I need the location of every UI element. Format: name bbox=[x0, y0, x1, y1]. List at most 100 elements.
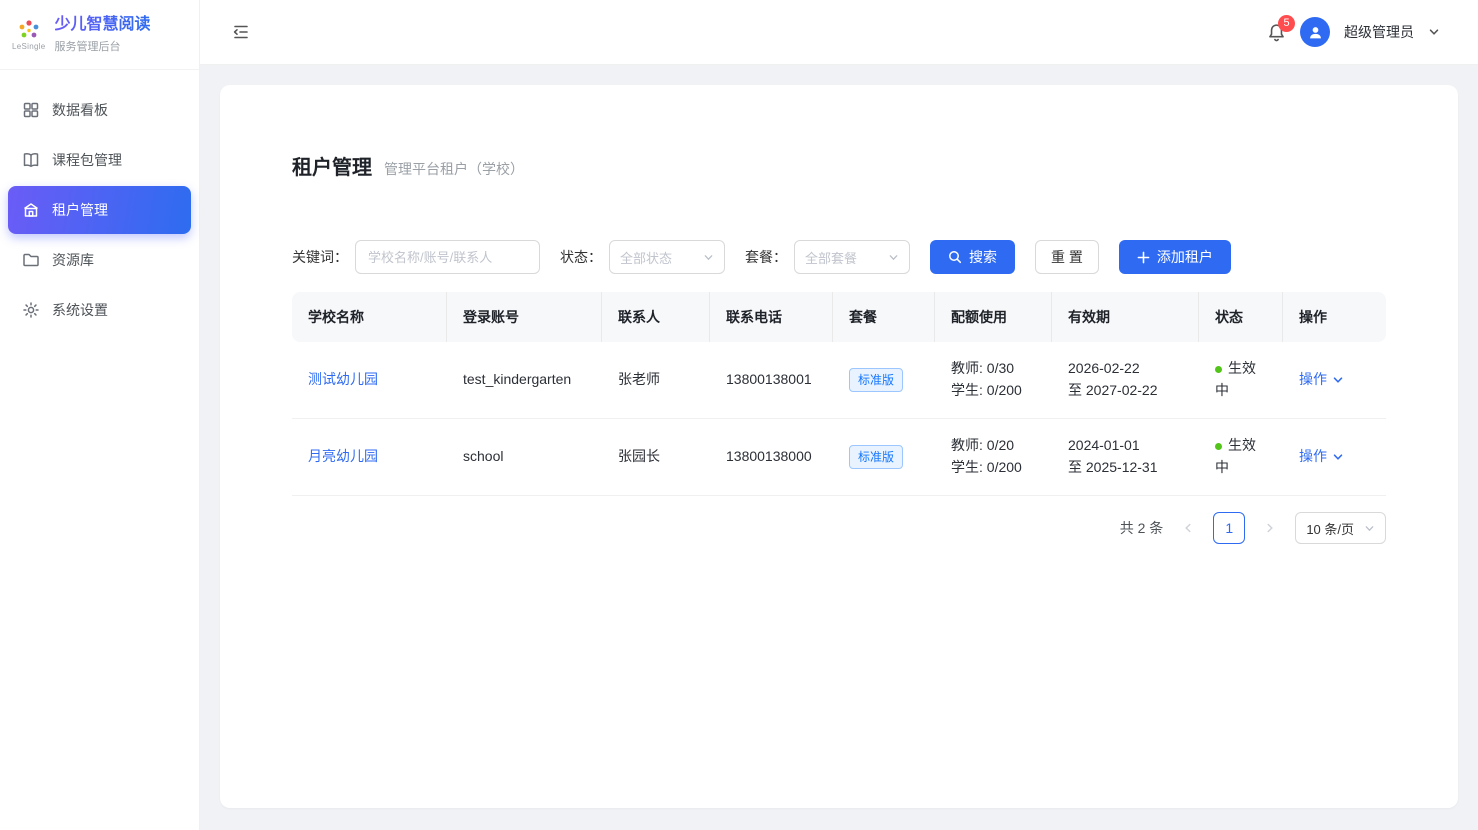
status-badge: 生效中 bbox=[1215, 360, 1256, 398]
user-menu-button[interactable] bbox=[1428, 26, 1440, 38]
sidebar-item-dashboard[interactable]: 数据看板 bbox=[8, 86, 191, 134]
search-icon bbox=[948, 250, 962, 264]
sidebar-item-label: 资源库 bbox=[52, 250, 94, 270]
validity-cell: 2024-01-01 至 2025-12-31 bbox=[1052, 419, 1199, 496]
sidebar-collapse-button[interactable] bbox=[232, 23, 250, 41]
plan-select-value: 全部套餐 bbox=[805, 248, 857, 267]
search-button[interactable]: 搜索 bbox=[930, 240, 1015, 274]
account-cell: school bbox=[447, 419, 602, 496]
notification-badge: 5 bbox=[1278, 15, 1295, 32]
sidebar-item-resources[interactable]: 资源库 bbox=[8, 236, 191, 284]
chevron-down-icon bbox=[703, 252, 714, 263]
brand: LeSingle 少儿智慧阅读 服务管理后台 bbox=[0, 0, 199, 70]
column-header-school: 学校名称 bbox=[292, 292, 447, 342]
notifications-button[interactable]: 5 bbox=[1267, 23, 1286, 42]
status-cell: 生效中 bbox=[1199, 342, 1283, 419]
sidebar-menu: 数据看板 课程包管理 租户管理 bbox=[0, 70, 199, 350]
brand-logo-text: LeSingle bbox=[12, 43, 46, 51]
chevron-down-icon bbox=[1332, 374, 1344, 386]
page-subtitle: 管理平台租户（学校） bbox=[384, 159, 524, 179]
folder-icon bbox=[22, 251, 40, 269]
plan-badge: 标准版 bbox=[849, 368, 903, 392]
pagination: 共 2 条 1 10 条/页 bbox=[292, 512, 1386, 544]
row-actions-dropdown[interactable]: 操作 bbox=[1299, 369, 1370, 391]
avatar[interactable] bbox=[1300, 17, 1330, 47]
add-tenant-button[interactable]: 添加租户 bbox=[1119, 240, 1231, 274]
sidebar-item-label: 租户管理 bbox=[52, 200, 108, 220]
status-dot-icon bbox=[1215, 366, 1222, 373]
phone-cell: 13800138001 bbox=[710, 342, 833, 419]
header-right: 5 超级管理员 bbox=[1267, 17, 1440, 47]
table-row: 月亮幼儿园 school 张园长 13800138000 标准版 教师: 0/2… bbox=[292, 419, 1386, 496]
quota-student: 学生: 0/200 bbox=[951, 457, 1036, 479]
chevron-down-icon bbox=[1332, 451, 1344, 463]
school-name-link[interactable]: 测试幼儿园 bbox=[308, 371, 378, 387]
gear-icon bbox=[22, 301, 40, 319]
main-column: 5 超级管理员 租户管理 管理平台租户（学校） bbox=[200, 0, 1478, 830]
valid-from: 2026-02-22 bbox=[1068, 358, 1183, 380]
column-header-validity: 有效期 bbox=[1052, 292, 1199, 342]
status-cell: 生效中 bbox=[1199, 419, 1283, 496]
page-number-button[interactable]: 1 bbox=[1213, 512, 1245, 544]
keyword-filter: 关键词： bbox=[292, 240, 540, 274]
status-select[interactable]: 全部状态 bbox=[609, 240, 725, 274]
next-page-button[interactable] bbox=[1255, 512, 1285, 544]
brand-title: 少儿智慧阅读 bbox=[55, 15, 151, 34]
column-header-status: 状态 bbox=[1199, 292, 1283, 342]
quota-student: 学生: 0/200 bbox=[951, 380, 1036, 402]
column-header-contact: 联系人 bbox=[602, 292, 710, 342]
sidebar-item-settings[interactable]: 系统设置 bbox=[8, 286, 191, 334]
sidebar-item-label: 系统设置 bbox=[52, 300, 108, 320]
school-name-link[interactable]: 月亮幼儿园 bbox=[308, 448, 378, 464]
tenant-management-card: 租户管理 管理平台租户（学校） 关键词： 状态： 全部状态 bbox=[220, 85, 1458, 808]
validity-cell: 2026-02-22 至 2027-02-22 bbox=[1052, 342, 1199, 419]
chevron-down-icon bbox=[1364, 523, 1375, 534]
status-badge: 生效中 bbox=[1215, 437, 1256, 475]
top-header: 5 超级管理员 bbox=[200, 0, 1478, 65]
column-header-account: 登录账号 bbox=[447, 292, 602, 342]
brand-text: 少儿智慧阅读 服务管理后台 bbox=[55, 15, 151, 53]
sidebar-item-tenants[interactable]: 租户管理 bbox=[8, 186, 191, 234]
chevron-down-icon bbox=[1428, 26, 1440, 38]
contact-cell: 张老师 bbox=[602, 342, 710, 419]
plan-select[interactable]: 全部套餐 bbox=[794, 240, 910, 274]
dashboard-icon bbox=[22, 101, 40, 119]
sidebar-item-course-packages[interactable]: 课程包管理 bbox=[8, 136, 191, 184]
page-size-value: 10 条/页 bbox=[1306, 519, 1354, 538]
keyword-input[interactable] bbox=[355, 240, 540, 274]
filter-bar: 关键词： 状态： 全部状态 套餐： 全部套餐 bbox=[292, 240, 1386, 274]
row-actions-dropdown[interactable]: 操作 bbox=[1299, 446, 1370, 468]
pagination-total: 共 2 条 bbox=[1120, 518, 1164, 538]
reset-button[interactable]: 重 置 bbox=[1035, 240, 1099, 274]
sidebar: LeSingle 少儿智慧阅读 服务管理后台 数据看板 课程包 bbox=[0, 0, 200, 830]
chevron-down-icon bbox=[888, 252, 899, 263]
plus-icon bbox=[1137, 251, 1150, 264]
valid-from: 2024-01-01 bbox=[1068, 435, 1183, 457]
user-icon bbox=[1307, 24, 1324, 41]
quota-teacher: 教师: 0/20 bbox=[951, 435, 1036, 457]
page-head: 租户管理 管理平台租户（学校） bbox=[292, 151, 1386, 180]
quota-cell: 教师: 0/20 学生: 0/200 bbox=[935, 419, 1052, 496]
brand-logo: LeSingle bbox=[12, 19, 46, 51]
page-size-select[interactable]: 10 条/页 bbox=[1295, 512, 1386, 544]
status-filter: 状态： 全部状态 bbox=[560, 240, 725, 274]
table-row: 测试幼儿园 test_kindergarten 张老师 13800138001 … bbox=[292, 342, 1386, 419]
plan-filter: 套餐： 全部套餐 bbox=[745, 240, 910, 274]
sidebar-item-label: 课程包管理 bbox=[52, 150, 122, 170]
table-header-row: 学校名称 登录账号 联系人 联系电话 套餐 配额使用 有效期 状态 操作 bbox=[292, 292, 1386, 342]
chevron-right-icon bbox=[1264, 522, 1276, 534]
book-icon bbox=[22, 151, 40, 169]
plan-badge: 标准版 bbox=[849, 445, 903, 469]
user-name: 超级管理员 bbox=[1344, 22, 1414, 42]
add-tenant-button-label: 添加租户 bbox=[1157, 247, 1213, 267]
search-button-label: 搜索 bbox=[969, 247, 997, 267]
menu-fold-icon bbox=[232, 23, 250, 41]
contact-cell: 张园长 bbox=[602, 419, 710, 496]
content-area: 租户管理 管理平台租户（学校） 关键词： 状态： 全部状态 bbox=[200, 65, 1478, 830]
tenant-table: 学校名称 登录账号 联系人 联系电话 套餐 配额使用 有效期 状态 操作 测试幼… bbox=[292, 292, 1386, 496]
logo-sparkle-icon bbox=[16, 19, 42, 41]
keyword-label: 关键词： bbox=[292, 247, 348, 267]
prev-page-button[interactable] bbox=[1173, 512, 1203, 544]
tenant-icon bbox=[22, 201, 40, 219]
reset-button-label: 重 置 bbox=[1051, 247, 1083, 267]
